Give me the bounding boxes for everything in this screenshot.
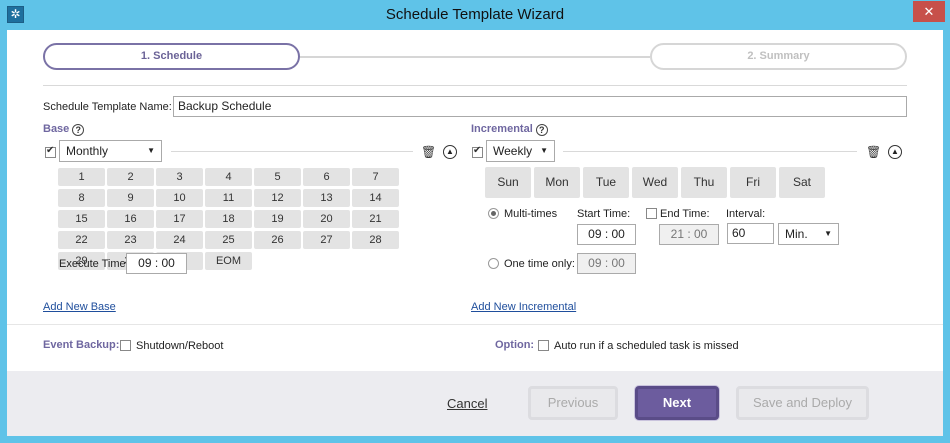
month-day-cell[interactable]: 3: [156, 168, 203, 186]
multi-times-radio[interactable]: [488, 208, 499, 219]
month-day-cell[interactable]: 23: [107, 231, 154, 249]
month-day-cell[interactable]: 15: [58, 210, 105, 228]
weekday-button[interactable]: Thu: [681, 167, 727, 198]
end-time-input[interactable]: 21 : 00: [659, 224, 719, 245]
month-day-cell[interactable]: 9: [107, 189, 154, 207]
wizard-body: 1. Schedule 2. Summary Schedule Template…: [7, 30, 943, 436]
window-title: Schedule Template Wizard: [385, 6, 565, 23]
help-icon[interactable]: ?: [535, 124, 548, 136]
month-day-cell[interactable]: 20: [303, 210, 350, 228]
month-day-cell[interactable]: 14: [352, 189, 399, 207]
save-and-deploy-button[interactable]: Save and Deploy: [736, 386, 869, 420]
chevron-down-icon: ▼: [824, 229, 832, 238]
template-name-label: Schedule Template Name:: [43, 101, 172, 113]
interval-unit-select[interactable]: Min. ▼: [778, 223, 839, 245]
chevron-down-icon: ▼: [147, 146, 155, 155]
month-day-cell[interactable]: EOM: [205, 252, 252, 270]
incremental-enable-checkbox[interactable]: [472, 145, 483, 158]
weekday-button[interactable]: Mon: [534, 167, 580, 198]
trash-icon[interactable]: 🗑: [421, 145, 436, 159]
multi-times-label: Multi-times: [504, 208, 558, 220]
month-day-cell[interactable]: 17: [156, 210, 203, 228]
month-day-cell[interactable]: 11: [205, 189, 252, 207]
add-new-base-link[interactable]: Add New Base: [43, 301, 116, 313]
step-connector: [300, 56, 650, 58]
month-day-cell[interactable]: 22: [58, 231, 105, 249]
title-bar: ✲ Schedule Template Wizard ✕: [0, 0, 950, 30]
weekday-button[interactable]: Sun: [485, 167, 531, 198]
incremental-label: Incremental: [471, 123, 533, 135]
previous-button[interactable]: Previous: [528, 386, 618, 420]
end-time-checkbox[interactable]: [646, 208, 657, 219]
interval-label: Interval:: [726, 208, 766, 220]
month-day-cell[interactable]: 13: [303, 189, 350, 207]
chevron-down-icon: ▼: [540, 146, 548, 155]
start-time-label: Start Time:: [577, 208, 631, 220]
month-day-cell[interactable]: 25: [205, 231, 252, 249]
weekday-button[interactable]: Fri: [730, 167, 776, 198]
month-day-cell[interactable]: 27: [303, 231, 350, 249]
auto-run-label: Auto run if a scheduled task is missed: [554, 340, 739, 352]
option-label: Option:: [495, 339, 535, 351]
incremental-frequency-value: Weekly: [493, 144, 533, 158]
end-time-label: End Time:: [660, 208, 710, 220]
month-day-cell[interactable]: 26: [254, 231, 301, 249]
collapse-icon[interactable]: ▲: [443, 145, 457, 159]
month-day-cell[interactable]: 19: [254, 210, 301, 228]
base-frequency-select[interactable]: Monthly ▼: [59, 140, 162, 162]
execute-time-input[interactable]: 09 : 00: [126, 253, 187, 274]
month-day-cell[interactable]: 2: [107, 168, 154, 186]
base-label: Base: [43, 123, 70, 135]
shutdown-reboot-checkbox[interactable]: [120, 340, 131, 351]
incremental-frequency-select[interactable]: Weekly ▼: [486, 140, 555, 162]
month-day-cell[interactable]: 21: [352, 210, 399, 228]
month-day-grid: 1 2 3 4 5 6 7 8 9 10 11 12 13 14 15 16 17 18 19 20 21 22 23 24 2…: [58, 168, 399, 270]
help-icon[interactable]: ?: [72, 124, 85, 136]
interval-input[interactable]: 60: [727, 223, 774, 244]
base-frequency-value: Monthly: [66, 144, 109, 158]
month-day-cell[interactable]: 5: [254, 168, 301, 186]
base-rule: [171, 151, 413, 152]
month-day-cell[interactable]: 7: [352, 168, 399, 186]
event-backup-label: Event Backup:: [43, 339, 120, 351]
start-time-input[interactable]: 09 : 00: [577, 224, 636, 245]
divider: [43, 85, 907, 86]
month-day-cell[interactable]: 16: [107, 210, 154, 228]
base-enable-checkbox[interactable]: [45, 145, 56, 158]
one-time-radio[interactable]: [488, 258, 499, 269]
one-time-input[interactable]: 09 : 00: [577, 253, 636, 274]
month-day-cell[interactable]: 4: [205, 168, 252, 186]
incremental-rule: [563, 151, 857, 152]
month-day-cell[interactable]: 28: [352, 231, 399, 249]
collapse-icon[interactable]: ▲: [888, 145, 902, 159]
add-new-incremental-link[interactable]: Add New Incremental: [471, 301, 576, 313]
shutdown-reboot-label: Shutdown/Reboot: [136, 340, 224, 352]
weekday-button[interactable]: Sat: [779, 167, 825, 198]
next-button[interactable]: Next: [635, 386, 719, 420]
interval-unit-value: Min.: [785, 227, 808, 241]
month-day-cell[interactable]: 1: [58, 168, 105, 186]
template-name-input[interactable]: Backup Schedule: [173, 96, 907, 117]
step-summary[interactable]: 2. Summary: [650, 43, 907, 70]
base-section-title: Base?: [43, 123, 85, 136]
cancel-link[interactable]: Cancel: [447, 396, 487, 411]
trash-icon[interactable]: 🗑: [866, 145, 881, 159]
execute-time-label: Execute Time:: [59, 258, 129, 270]
weekday-selector: Sun Mon Tue Wed Thu Fri Sat: [485, 167, 825, 198]
step-schedule[interactable]: 1. Schedule: [43, 43, 300, 70]
close-button[interactable]: ✕: [913, 1, 945, 22]
month-day-cell[interactable]: 8: [58, 189, 105, 207]
month-day-cell[interactable]: 10: [156, 189, 203, 207]
month-day-cell[interactable]: 12: [254, 189, 301, 207]
divider: [7, 324, 943, 325]
weekday-button[interactable]: Wed: [632, 167, 678, 198]
month-day-cell[interactable]: 6: [303, 168, 350, 186]
auto-run-checkbox[interactable]: [538, 340, 549, 351]
incremental-section-title: Incremental?: [471, 123, 548, 136]
weekday-button[interactable]: Tue: [583, 167, 629, 198]
month-day-cell[interactable]: 18: [205, 210, 252, 228]
month-day-cell[interactable]: 24: [156, 231, 203, 249]
one-time-label: One time only:: [504, 258, 575, 270]
